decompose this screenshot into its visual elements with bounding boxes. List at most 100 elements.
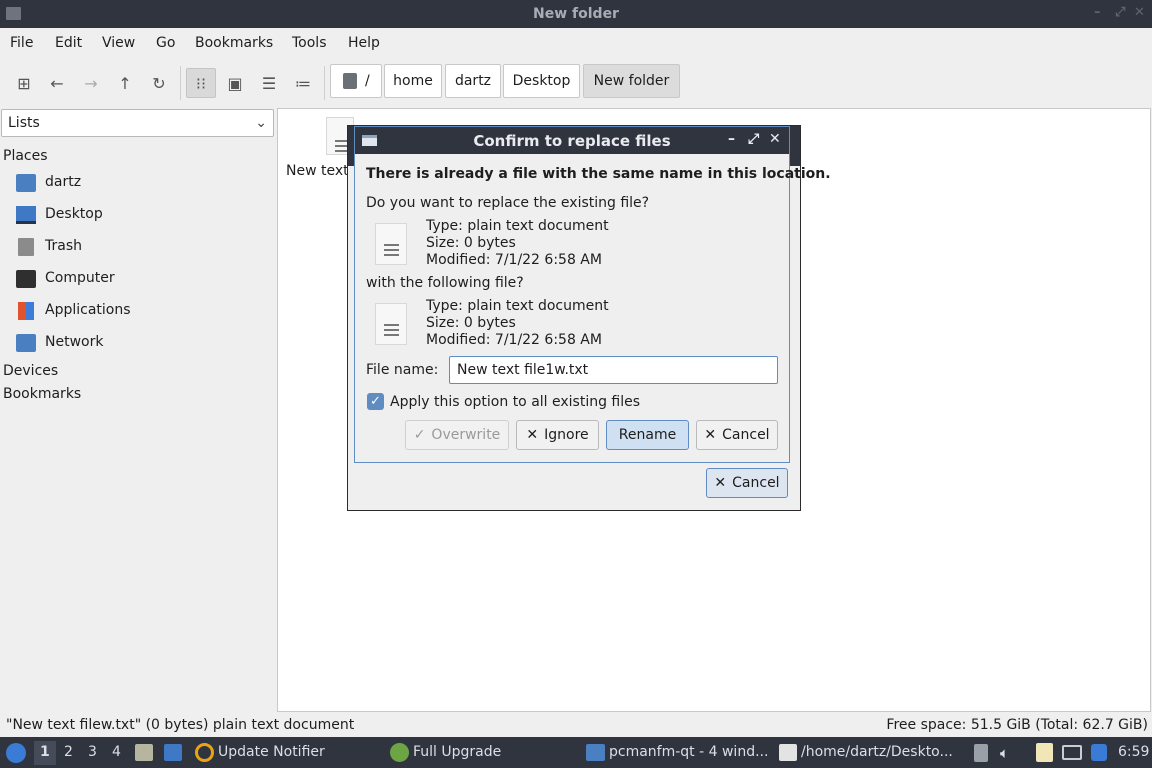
close-icon[interactable]: ✕ [769, 131, 781, 147]
maximize-icon[interactable]: ⤢ [1115, 5, 1125, 20]
network-tray-icon[interactable] [1062, 745, 1082, 760]
icon-view-icon[interactable]: ⁝⁝ [186, 68, 216, 98]
detail-view-icon[interactable]: ≔ [288, 68, 318, 98]
thumbnail-view-icon[interactable]: ▣ [220, 68, 250, 98]
text-file-icon [375, 223, 407, 265]
up-icon[interactable]: ↑ [110, 68, 140, 98]
sidebar-item-label: Applications [45, 302, 131, 318]
menu-tools[interactable]: Tools [292, 35, 327, 51]
status-free-space: Free space: 51.5 GiB (Total: 62.7 GiB) [886, 717, 1148, 733]
cancel-label: Cancel [722, 427, 770, 443]
filename-input[interactable]: New text file1w.txt [449, 356, 778, 384]
overwrite-label: Overwrite [431, 427, 501, 443]
places-header[interactable]: Places [3, 148, 48, 164]
close-icon: ✕ [526, 427, 539, 443]
devices-header[interactable]: Devices [3, 363, 58, 379]
path-root-button[interactable]: / [330, 64, 382, 98]
new-tab-icon[interactable]: ⊞ [9, 68, 39, 98]
desktop-launcher-icon[interactable] [164, 744, 182, 761]
sidebar-item-dartz[interactable]: dartz [16, 170, 266, 196]
path-root-label: / [365, 73, 370, 89]
status-bar: "New text filew.txt" (0 bytes) plain tex… [0, 712, 1152, 737]
apply-all-checkbox[interactable]: ✓ [367, 393, 384, 410]
menu-bookmarks[interactable]: Bookmarks [195, 35, 273, 51]
sidebar-item-applications[interactable]: Applications [16, 298, 266, 324]
side-pane-mode-select[interactable]: Lists ⌄ [1, 109, 274, 137]
existing-type: Type: plain text document [426, 218, 609, 234]
text-file-icon [375, 303, 407, 345]
with-label: with the following file? [366, 275, 524, 291]
desktop-icon [16, 206, 36, 224]
close-icon[interactable]: ✕ [1134, 5, 1145, 20]
workspace-3[interactable]: 3 [88, 744, 97, 760]
clipboard-icon[interactable] [974, 744, 988, 762]
sidebar-item-desktop[interactable]: Desktop [16, 202, 266, 228]
task-text-editor[interactable]: /home/dartz/Deskto... [801, 744, 953, 760]
update-tray-icon[interactable] [1091, 744, 1107, 761]
path-desktop-button[interactable]: Desktop [503, 64, 580, 98]
menu-view[interactable]: View [102, 35, 135, 51]
sidebar-item-trash[interactable]: Trash [16, 234, 266, 260]
status-selection: "New text filew.txt" (0 bytes) plain tex… [6, 717, 355, 733]
dialog-title: Confirm to replace files [473, 132, 671, 150]
new-type: Type: plain text document [426, 298, 609, 314]
minimize-icon[interactable]: – [1094, 5, 1101, 20]
compact-view-icon[interactable]: ☰ [254, 68, 284, 98]
replace-question: Do you want to replace the existing file… [366, 195, 650, 211]
rename-label: Rename [618, 427, 677, 443]
clock[interactable]: 6:59 [1118, 744, 1149, 760]
chevron-down-icon: ⌄ [255, 115, 267, 131]
update-notifier-icon [195, 743, 214, 762]
maximize-icon[interactable]: ⤢ [748, 131, 759, 147]
progress-cancel-label: Cancel [732, 475, 780, 491]
sidebar-item-network[interactable]: Network [16, 330, 266, 356]
rename-button[interactable]: Rename [606, 420, 689, 450]
notes-icon[interactable] [1036, 743, 1053, 762]
volume-icon[interactable]: 🔈︎ [1000, 744, 1009, 762]
file-label[interactable]: New text [286, 163, 349, 179]
forward-icon[interactable]: → [76, 68, 106, 98]
path-new-folder-button[interactable]: New folder [583, 64, 680, 98]
text-editor-icon [779, 744, 797, 761]
menu-go[interactable]: Go [156, 35, 175, 51]
cancel-button[interactable]: ✕ Cancel [696, 420, 778, 450]
path-home-button[interactable]: home [384, 64, 442, 98]
menu-bar: File Edit View Go Bookmarks Tools Help [0, 28, 1152, 56]
file-manager-launcher-icon[interactable] [135, 744, 153, 761]
progress-cancel-button[interactable]: ✕ Cancel [706, 468, 788, 498]
close-icon: ✕ [714, 475, 727, 491]
menu-help[interactable]: Help [348, 35, 380, 51]
back-icon[interactable]: ← [42, 68, 72, 98]
apply-all-label[interactable]: Apply this option to all existing files [390, 394, 640, 410]
sidebar-item-label: Desktop [45, 206, 103, 222]
check-icon: ✓ [413, 427, 426, 443]
existing-size: Size: 0 bytes [426, 235, 516, 251]
bookmarks-header[interactable]: Bookmarks [3, 386, 81, 402]
workspace-1[interactable]: 1 [40, 744, 50, 760]
ignore-button[interactable]: ✕ Ignore [516, 420, 599, 450]
task-full-upgrade[interactable]: Full Upgrade [413, 744, 501, 760]
sidebar: Lists ⌄ Places dartz Desktop Trash Compu… [0, 106, 276, 712]
home-folder-icon [16, 174, 36, 192]
path-dartz-button[interactable]: dartz [445, 64, 501, 98]
workspace-4[interactable]: 4 [112, 744, 121, 760]
reload-icon[interactable]: ↻ [144, 68, 174, 98]
taskbar: 1 2 3 4 Update Notifier Full Upgrade pcm… [0, 737, 1152, 768]
upgrade-gear-icon [390, 743, 409, 762]
minimize-icon[interactable]: – [728, 131, 735, 147]
menu-edit[interactable]: Edit [55, 35, 82, 51]
window-titlebar: New folder – ⤢ ✕ [0, 0, 1152, 28]
start-menu-icon[interactable] [6, 743, 26, 763]
network-icon [16, 334, 36, 352]
workspace-2[interactable]: 2 [64, 744, 73, 760]
toolbar-separator [324, 66, 325, 100]
sidebar-item-computer[interactable]: Computer [16, 266, 266, 292]
menu-file[interactable]: File [10, 35, 33, 51]
overwrite-button[interactable]: ✓ Overwrite [405, 420, 509, 450]
task-pcmanfm[interactable]: pcmanfm-qt - 4 wind... [609, 744, 768, 760]
filename-value: New text file1w.txt [457, 362, 589, 378]
task-update-notifier[interactable]: Update Notifier [218, 744, 325, 760]
dialog-heading: There is already a file with the same na… [366, 166, 831, 182]
sidebar-item-label: Computer [45, 270, 115, 286]
window-title: New folder [533, 6, 619, 22]
